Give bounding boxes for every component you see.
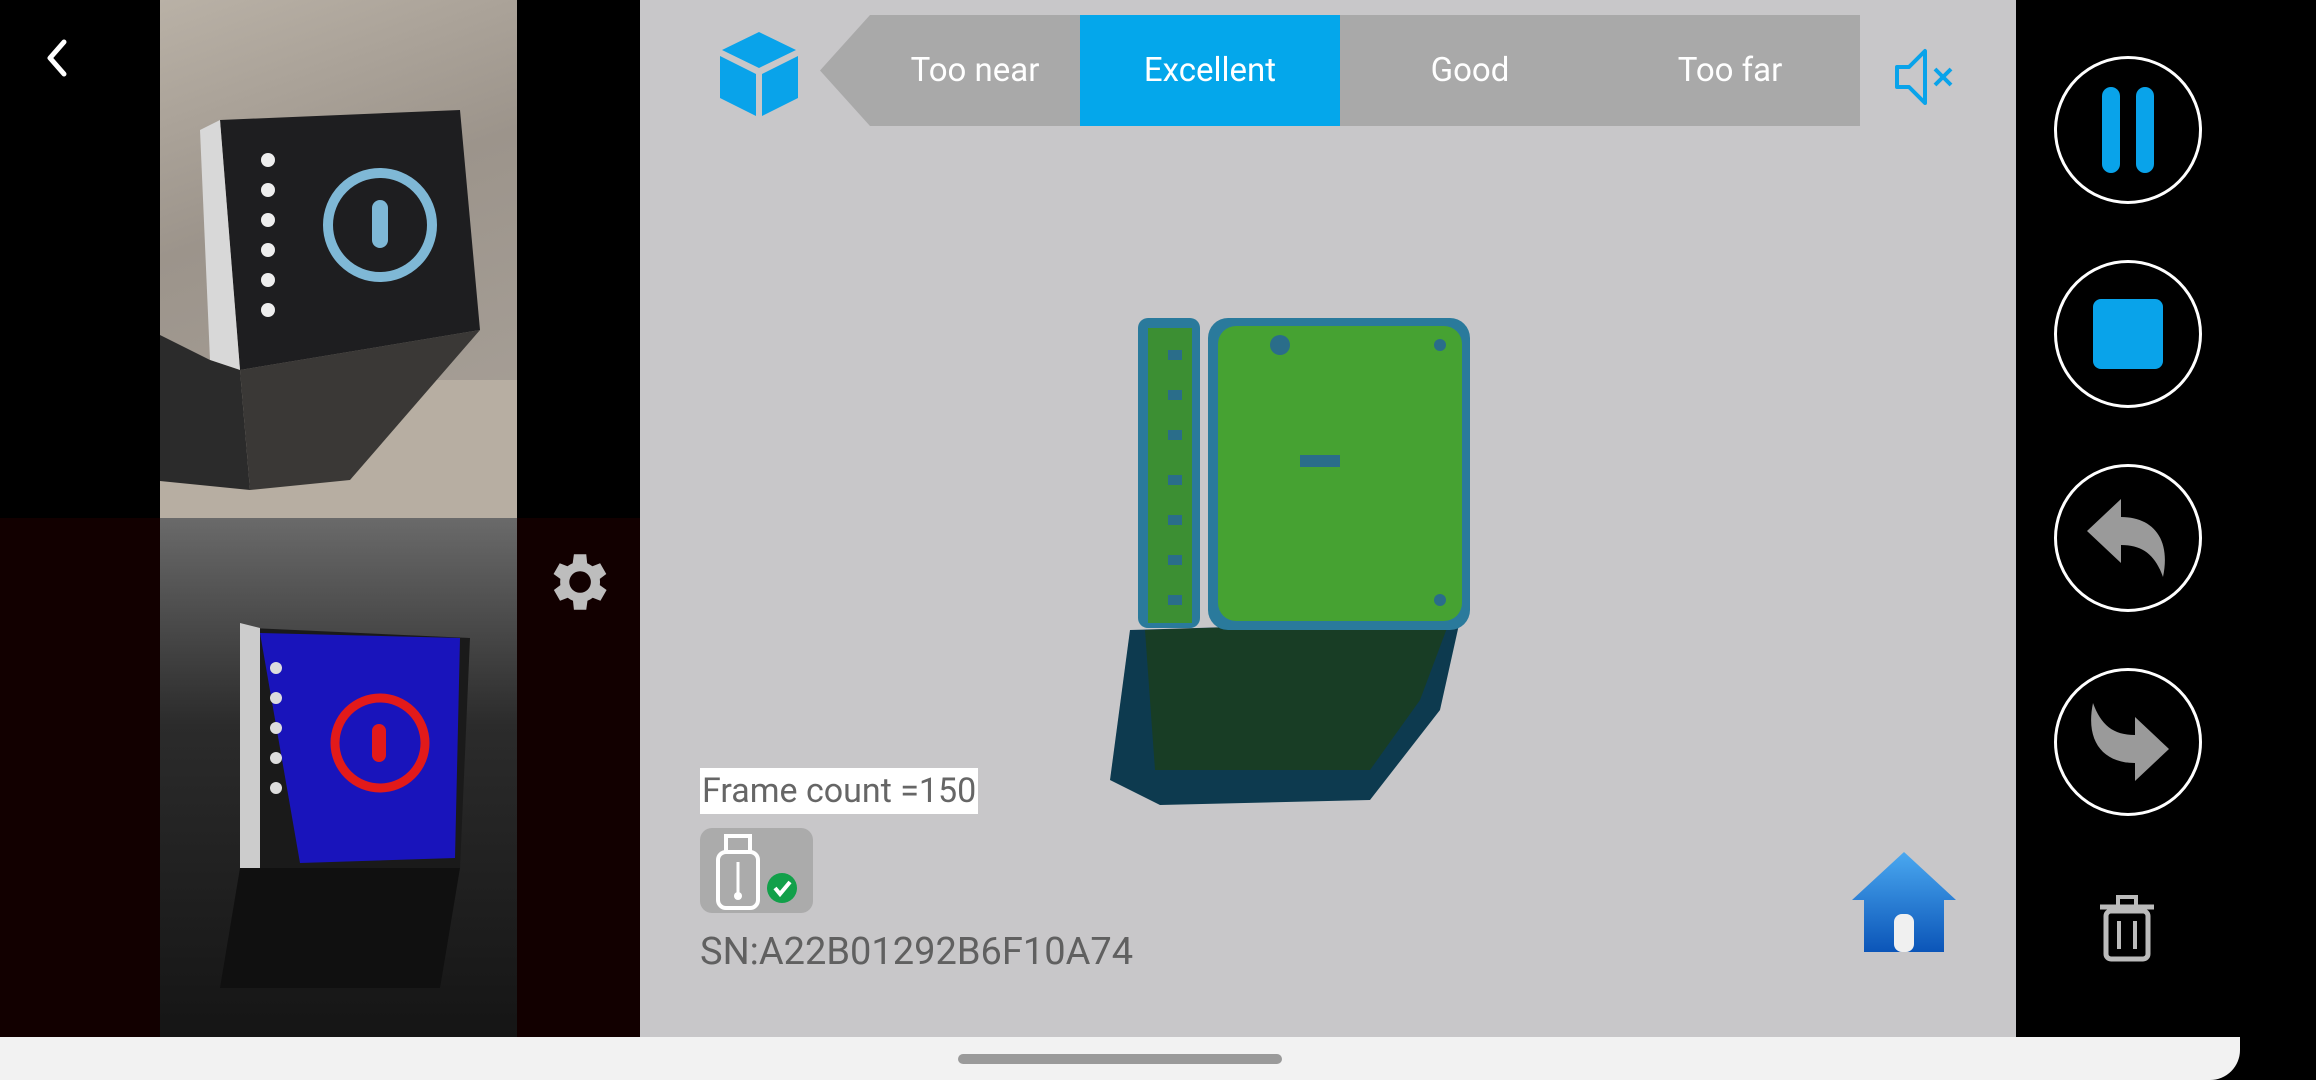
home-icon <box>1852 852 1956 952</box>
serial-number: SN:A22B01292B6F10A74 <box>700 930 1134 974</box>
back-button[interactable] <box>30 30 86 86</box>
chevron-left-icon <box>47 39 67 77</box>
redo-icon <box>2091 703 2169 781</box>
segment-too-near: Too near <box>820 15 1080 126</box>
segment-label: Excellent <box>1143 51 1277 90</box>
segment-label: Too near <box>910 51 1040 90</box>
settings-button[interactable] <box>540 545 614 619</box>
home-button[interactable] <box>1848 848 1960 960</box>
redo-button[interactable] <box>2054 668 2202 816</box>
gear-icon <box>553 554 607 610</box>
trash-icon <box>2100 895 2154 962</box>
depth-camera-preview <box>160 518 517 1037</box>
distance-indicator: Too near Excellent Good Too far <box>820 15 1860 126</box>
segment-label: Too far <box>1677 51 1783 90</box>
sound-toggle-button[interactable] <box>1893 45 1961 109</box>
undo-button[interactable] <box>2054 464 2202 612</box>
point-cloud-model <box>1100 300 1490 820</box>
segment-excellent: Excellent <box>1080 15 1340 126</box>
segment-too-far: Too far <box>1600 15 1860 126</box>
segment-label: Good <box>1430 51 1510 90</box>
stop-button[interactable] <box>2054 260 2202 408</box>
usb-connected-icon <box>700 828 813 913</box>
frame-count-label: Frame count =150 <box>700 768 979 814</box>
pause-icon <box>2102 87 2154 173</box>
segment-good: Good <box>1340 15 1600 126</box>
delete-button[interactable] <box>2092 893 2162 963</box>
rgb-camera-preview <box>160 0 517 518</box>
cube-icon <box>716 28 802 118</box>
pause-button[interactable] <box>2054 56 2202 204</box>
undo-icon <box>2087 499 2165 577</box>
home-gesture-handle[interactable] <box>958 1054 1282 1064</box>
speaker-muted-icon <box>1895 49 1953 105</box>
stop-icon <box>2093 299 2163 369</box>
